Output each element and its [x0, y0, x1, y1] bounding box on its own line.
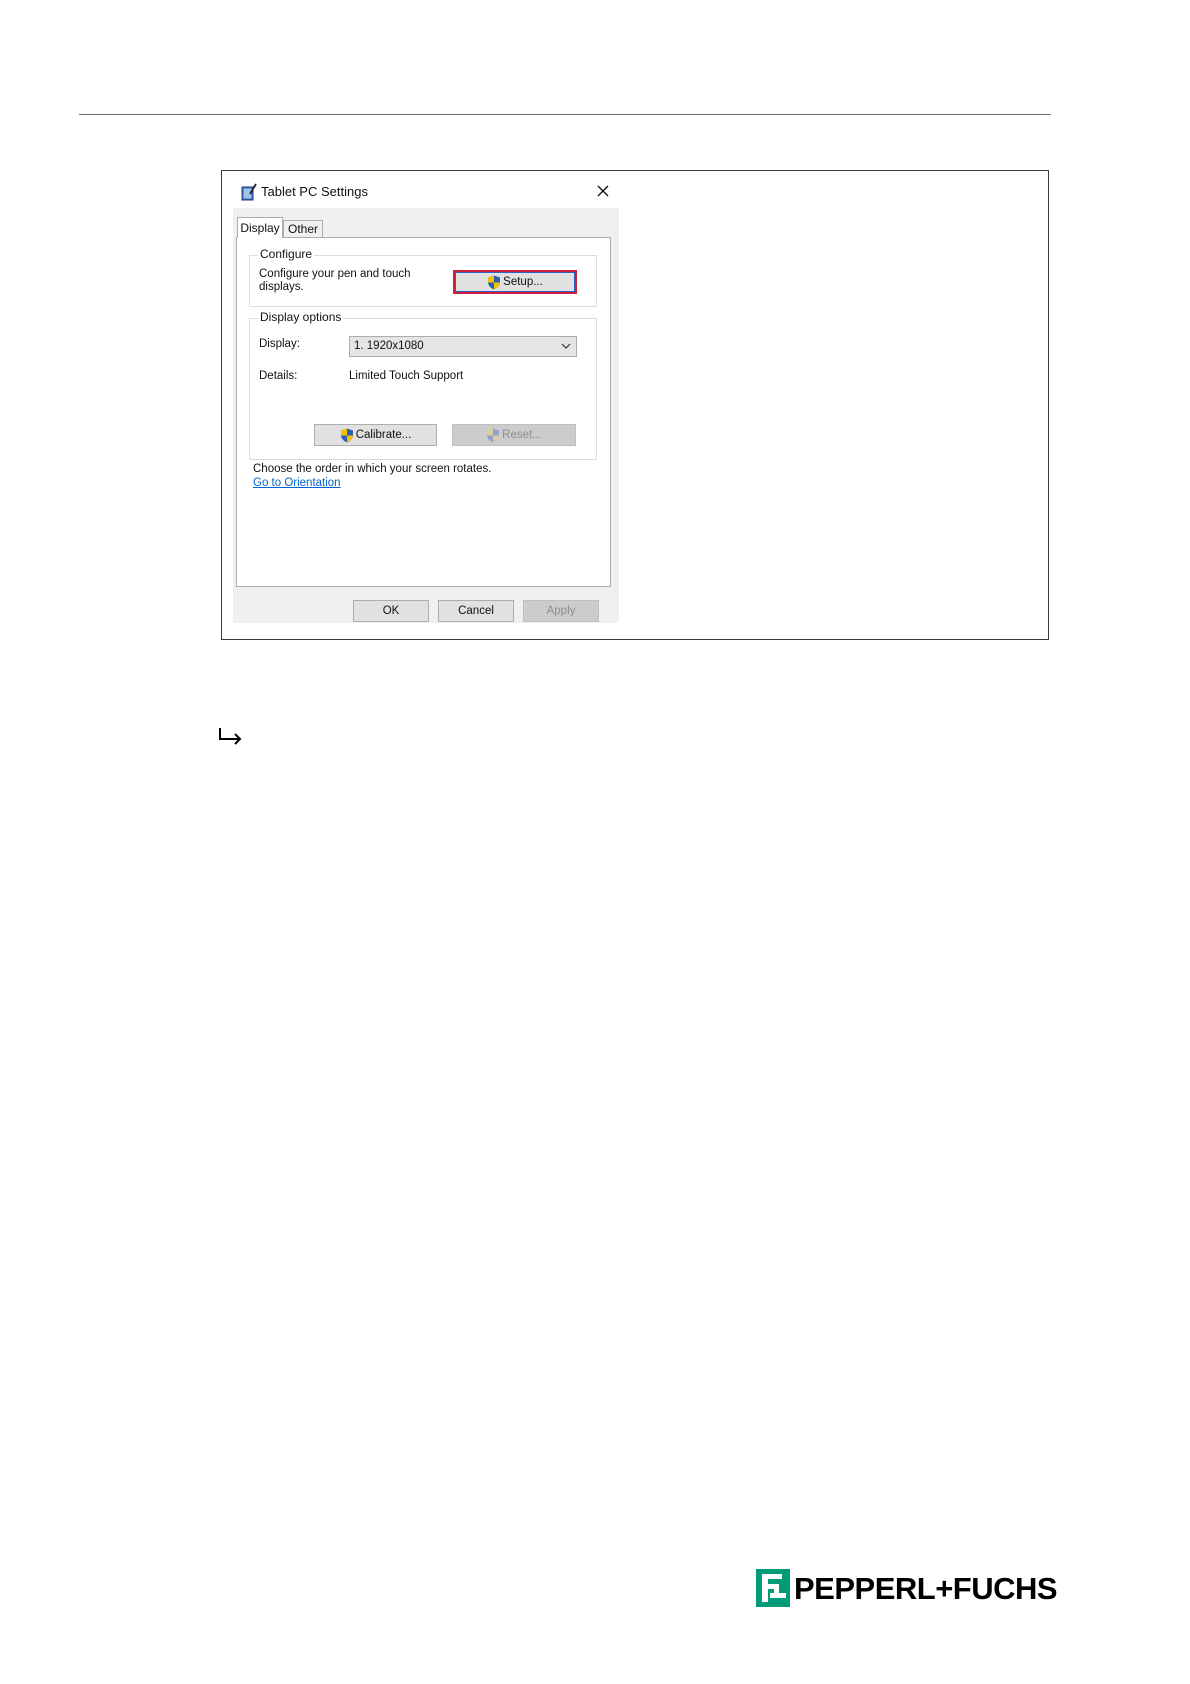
brand-mark-icon [756, 1569, 790, 1607]
display-tab-panel: Configure Configure your pen and touch d… [236, 237, 611, 587]
display-options-legend: Display options [258, 310, 344, 324]
details-label: Details: [259, 370, 298, 382]
display-options-group: Display options Display: 1. 1920x1080 De… [249, 310, 597, 460]
calibrate-button-label: Calibrate... [355, 429, 412, 441]
uac-shield-icon [487, 428, 500, 442]
configure-legend: Configure [258, 247, 315, 261]
tab-display[interactable]: Display [237, 217, 283, 238]
display-label: Display: [259, 338, 300, 350]
brand-name: PEPPERL+FUCHS [794, 1571, 1058, 1606]
configure-description: Configure your pen and touch displays. [259, 268, 411, 293]
cancel-button[interactable]: Cancel [438, 600, 514, 622]
apply-button[interactable]: Apply [523, 600, 599, 622]
calibrate-button[interactable]: Calibrate... [314, 424, 437, 446]
setup-button-label: Setup... [503, 276, 543, 288]
tab-other[interactable]: Other [283, 220, 323, 238]
reset-button-label: Reset... [502, 429, 542, 441]
ok-button[interactable]: OK [353, 600, 429, 622]
uac-shield-icon [488, 275, 501, 289]
orientation-description: Choose the order in which your screen ro… [253, 463, 492, 475]
close-icon[interactable] [593, 181, 613, 201]
configure-group: Configure Configure your pen and touch d… [249, 247, 597, 307]
dialog-title: Tablet PC Settings [261, 184, 368, 199]
dialog-client-area: Display Other Configure Configure your p… [233, 208, 619, 623]
title-bar[interactable]: Tablet PC Settings [233, 178, 619, 208]
pepperl-fuchs-logo: PEPPERL+FUCHS [756, 1569, 1058, 1607]
tablet-pc-settings-dialog: Tablet PC Settings Display Other Configu… [233, 178, 619, 623]
reset-button[interactable]: Reset... [452, 424, 576, 446]
display-select[interactable]: 1. 1920x1080 [349, 336, 577, 357]
tablet-pen-icon [241, 183, 257, 201]
setup-button[interactable]: Setup... [453, 270, 577, 294]
chevron-down-icon [561, 343, 571, 349]
header-rule [79, 114, 1051, 115]
result-arrow-icon [219, 728, 242, 745]
go-to-orientation-link[interactable]: Go to Orientation [253, 477, 341, 489]
display-select-value: 1. 1920x1080 [354, 340, 424, 352]
uac-shield-icon [340, 428, 353, 442]
details-value: Limited Touch Support [349, 370, 464, 382]
